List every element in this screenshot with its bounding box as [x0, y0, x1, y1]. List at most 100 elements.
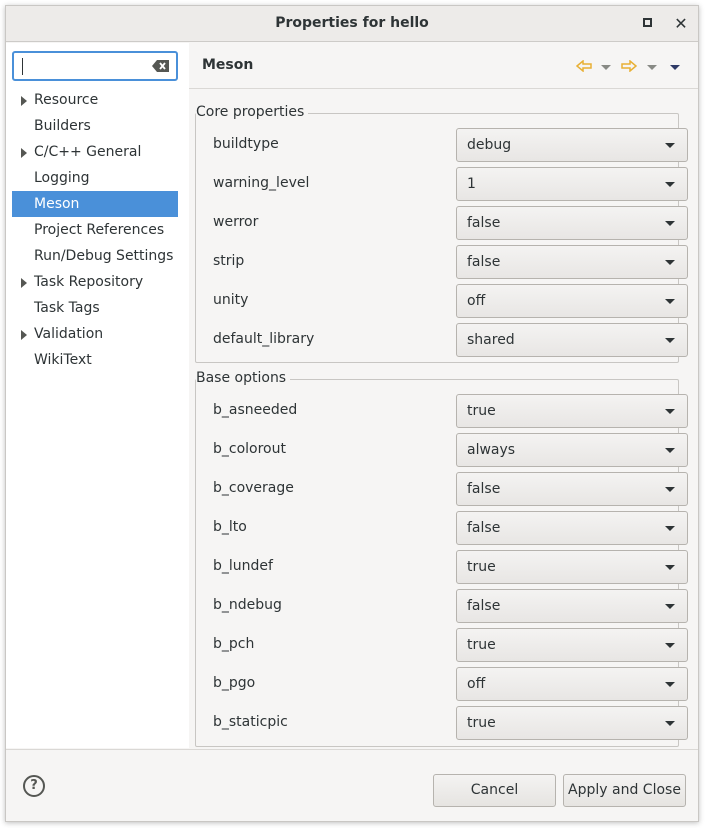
tree-item[interactable]: Task Tags: [12, 295, 178, 321]
core-properties-group: Core properties buildtype debug warning_le…: [195, 104, 688, 363]
tree-item-label: Run/Debug Settings: [34, 248, 174, 264]
property-row: b_coverage false: [196, 472, 688, 506]
property-label: buildtype: [213, 136, 279, 152]
expand-arrow-icon[interactable]: [21, 278, 27, 288]
combo-value: off: [467, 676, 486, 692]
tree-item[interactable]: Project References: [12, 217, 178, 243]
tree-item[interactable]: Task Repository: [12, 269, 178, 295]
property-row: b_pch true: [196, 628, 688, 662]
tree-item[interactable]: Run/Debug Settings: [12, 243, 178, 269]
view-menu-button[interactable]: [670, 60, 680, 70]
tree-item-label: Task Repository: [34, 274, 144, 290]
combo-value: 1: [467, 176, 476, 192]
back-button[interactable]: [575, 59, 592, 76]
expand-arrow-icon[interactable]: [21, 148, 27, 158]
combo-value: true: [467, 715, 496, 731]
property-row: unity off: [196, 284, 688, 318]
apply-and-close-button[interactable]: Apply and Close: [563, 774, 686, 807]
forward-history-dropdown[interactable]: [647, 60, 657, 70]
chevron-down-icon: [665, 565, 675, 570]
chevron-down-icon: [665, 221, 675, 226]
tree-item[interactable]: Meson: [12, 191, 178, 217]
forward-button[interactable]: [621, 59, 638, 76]
chevron-down-icon: [665, 338, 675, 343]
chevron-down-icon: [665, 299, 675, 304]
maximize-button[interactable]: [637, 14, 657, 34]
property-label: b_staticpic: [213, 714, 288, 730]
tree-item[interactable]: C/C++ General: [12, 139, 178, 165]
category-pane: Resource Builders C/C++ General Logging Meso…: [6, 43, 189, 748]
page-title: Meson: [202, 57, 254, 73]
property-combo[interactable]: 1: [456, 167, 688, 201]
combo-value: false: [467, 215, 501, 231]
property-combo[interactable]: true: [456, 706, 688, 740]
property-label: default_library: [213, 331, 315, 347]
property-combo[interactable]: true: [456, 550, 688, 584]
tree-item[interactable]: Logging: [12, 165, 178, 191]
property-row: b_lto false: [196, 511, 688, 545]
properties-dialog: Properties for hello ✕ Resource Builders C…: [5, 5, 699, 822]
property-label: werror: [213, 214, 259, 230]
property-combo[interactable]: false: [456, 472, 688, 506]
dialog-footer: ? Cancel Apply and Close: [6, 749, 698, 821]
chevron-down-icon: [665, 409, 675, 414]
property-label: b_pgo: [213, 675, 256, 691]
expand-arrow-icon[interactable]: [21, 96, 27, 106]
property-row: b_pgo off: [196, 667, 688, 701]
property-combo[interactable]: always: [456, 433, 688, 467]
clear-text-icon[interactable]: [152, 59, 170, 73]
tree-item[interactable]: Validation: [12, 321, 178, 347]
maximize-icon: [642, 18, 652, 27]
combo-value: false: [467, 481, 501, 497]
chevron-down-icon: [665, 143, 675, 148]
property-combo[interactable]: off: [456, 284, 688, 318]
expand-arrow-icon[interactable]: [21, 330, 27, 340]
property-combo[interactable]: false: [456, 206, 688, 240]
property-row: default_library shared: [196, 323, 688, 357]
property-combo[interactable]: debug: [456, 128, 688, 162]
property-label: unity: [213, 292, 249, 308]
combo-value: false: [467, 598, 501, 614]
group-legend: Core properties: [196, 104, 309, 120]
combo-value: always: [467, 442, 516, 458]
property-label: b_lto: [213, 519, 247, 535]
chevron-down-icon: [665, 526, 675, 531]
property-row: werror false: [196, 206, 688, 240]
close-button[interactable]: ✕: [671, 14, 691, 34]
cancel-button[interactable]: Cancel: [433, 774, 556, 807]
tree-item-label: C/C++ General: [34, 144, 142, 160]
page-header: Meson: [189, 43, 698, 89]
property-combo[interactable]: true: [456, 628, 688, 662]
chevron-down-icon: [665, 487, 675, 492]
help-icon[interactable]: ?: [23, 775, 45, 797]
combo-value: shared: [467, 332, 515, 348]
text-cursor: [22, 58, 23, 75]
property-row: strip false: [196, 245, 688, 279]
tree-item-label: Logging: [34, 170, 90, 186]
chevron-down-icon: [647, 65, 657, 70]
property-row: b_lundef true: [196, 550, 688, 584]
back-history-dropdown[interactable]: [601, 60, 611, 70]
filter-input[interactable]: [12, 51, 178, 81]
property-combo[interactable]: false: [456, 245, 688, 279]
property-combo[interactable]: true: [456, 394, 688, 428]
back-arrow-icon: [575, 59, 592, 73]
tree-item[interactable]: Builders: [12, 113, 178, 139]
combo-value: true: [467, 637, 496, 653]
tree-item-label: Validation: [34, 326, 104, 342]
close-icon: ✕: [674, 14, 688, 33]
chevron-down-icon: [665, 448, 675, 453]
property-row: b_asneeded true: [196, 394, 688, 428]
property-label: b_lundef: [213, 558, 273, 574]
property-row: b_staticpic true: [196, 706, 688, 740]
property-combo[interactable]: shared: [456, 323, 688, 357]
property-label: strip: [213, 253, 245, 269]
chevron-down-icon: [601, 65, 611, 70]
property-combo[interactable]: off: [456, 667, 688, 701]
property-combo[interactable]: false: [456, 511, 688, 545]
property-combo[interactable]: false: [456, 589, 688, 623]
tree-item[interactable]: WikiText: [12, 347, 178, 373]
chevron-down-icon: [665, 682, 675, 687]
title-bar[interactable]: Properties for hello ✕: [6, 6, 698, 42]
tree-item[interactable]: Resource: [12, 87, 178, 113]
